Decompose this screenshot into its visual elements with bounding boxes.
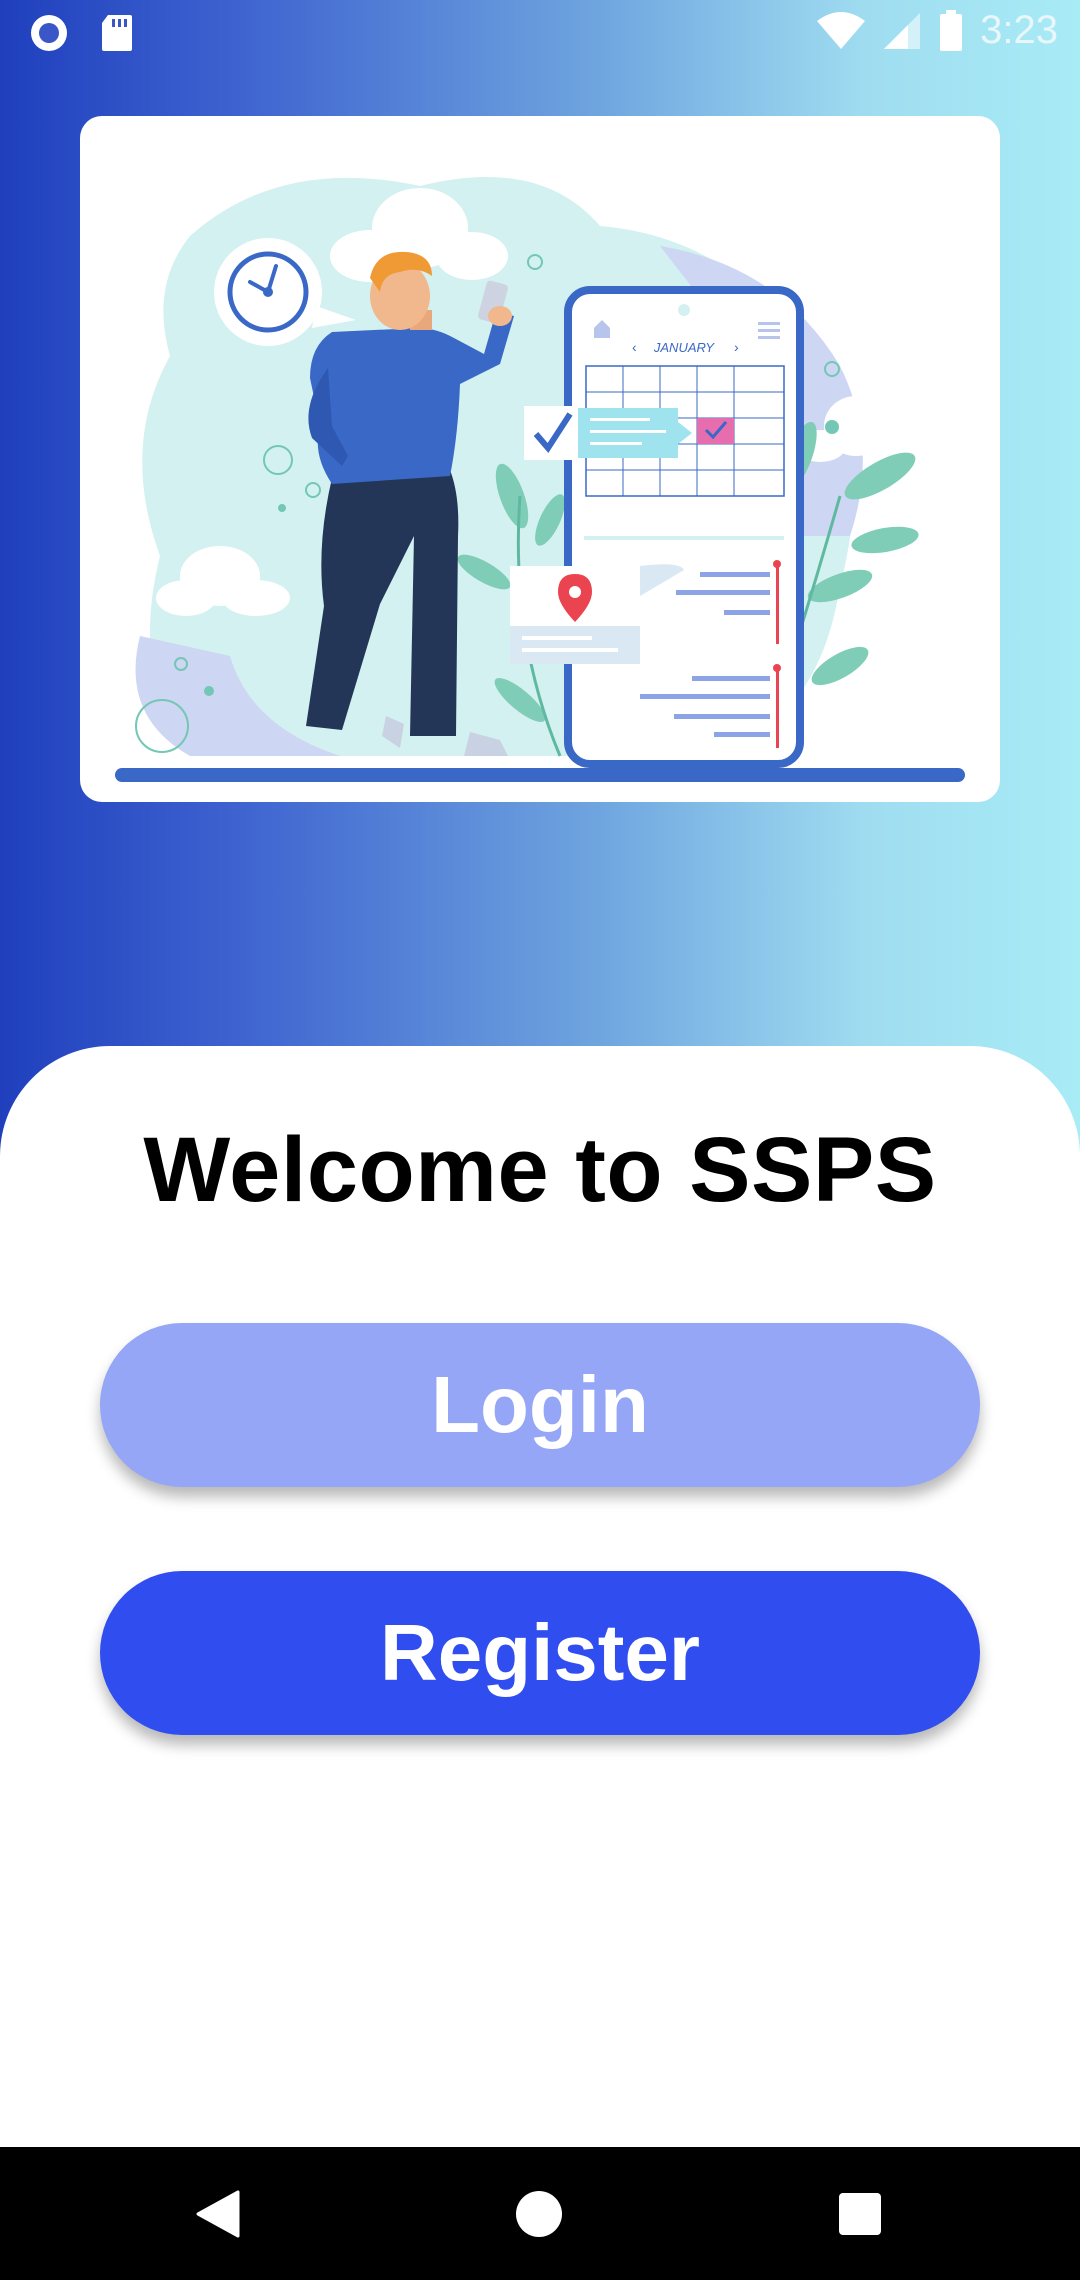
navigation-bar [0,2147,1080,2280]
login-button-label: Login [431,1360,649,1449]
wifi-icon [817,11,866,49]
illustration-card: ‹ JANUARY › [80,116,1000,802]
record-icon [31,15,67,51]
status-time: 3:23 [980,8,1058,52]
page-title: Welcome to SSPS [143,1119,937,1221]
calendar-month-label: JANUARY [653,340,716,355]
scheduling-illustration: ‹ JANUARY › [115,177,965,782]
recents-icon[interactable] [839,2193,881,2235]
register-button-label: Register [379,1608,701,1697]
back-icon[interactable] [196,2190,240,2238]
sd-card-icon [102,15,132,51]
signal-icon [884,12,921,49]
home-icon[interactable] [516,2191,562,2237]
status-bar: 3:23 [0,0,1080,66]
svg-text:›: › [734,339,739,355]
register-button[interactable]: Register [100,1571,980,1735]
login-button[interactable]: Login [100,1323,980,1487]
svg-text:‹: ‹ [632,339,637,355]
battery-icon [940,9,963,51]
